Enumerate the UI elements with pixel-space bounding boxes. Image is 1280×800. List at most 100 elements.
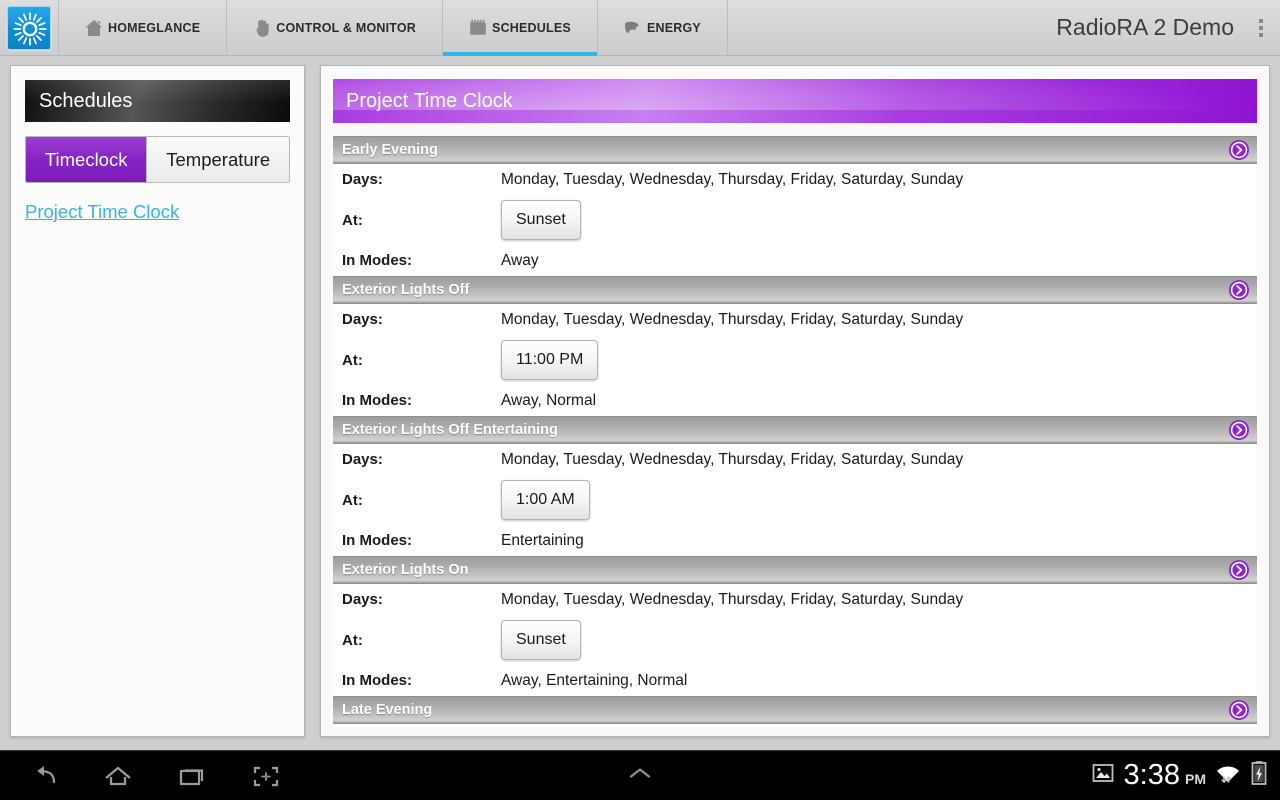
schedules-sidebar: Schedules Timeclock Temperature Project … <box>10 65 305 737</box>
clock-time: 3:38 <box>1123 759 1180 791</box>
schedule-entry: Exterior Lights Off Entertaining Days: M… <box>333 416 1257 556</box>
schedule-detail-panel: Project Time Clock Early Evening Days: M… <box>320 65 1270 737</box>
chevron-right-circle-icon[interactable] <box>1228 699 1250 721</box>
tab-label: SCHEDULES <box>492 20 571 35</box>
days-label: Days: <box>342 311 383 328</box>
sidebar-title: Schedules <box>39 89 133 112</box>
page-title: Project Time Clock <box>346 89 513 112</box>
schedule-name: Exterior Lights On <box>342 562 469 578</box>
tab-energy[interactable]: ENERGY <box>598 0 728 56</box>
schedule-entry-header[interactable]: Early Evening <box>333 136 1257 164</box>
sidebar-item-project-time-clock[interactable]: Project Time Clock <box>25 201 290 223</box>
chevron-right-circle-icon[interactable] <box>1228 139 1250 161</box>
tab-label: CONTROL & MONITOR <box>276 20 417 35</box>
schedule-name: Exterior Lights Off <box>342 282 470 298</box>
panel-title-bar: Project Time Clock <box>333 79 1257 123</box>
chevron-right-circle-icon[interactable] <box>1228 559 1250 581</box>
segment-timeclock[interactable]: Timeclock <box>26 137 147 182</box>
days-value: Monday, Tuesday, Wednesday, Thursday, Fr… <box>501 450 964 468</box>
segment-label: Timeclock <box>44 148 128 170</box>
schedule-entry: Exterior Lights On Days: Monday, Tuesday… <box>333 556 1257 696</box>
schedule-at-row: At: 1:00 AM <box>333 475 1257 525</box>
app-logo-container[interactable] <box>0 0 58 56</box>
schedule-modes-row: In Modes: Away, Entertaining, Normal <box>333 665 1257 696</box>
schedule-at-row: At: Sunset <box>333 615 1257 665</box>
schedule-at-row: At: Sunset <box>333 195 1257 245</box>
at-time-button[interactable]: Sunset <box>501 200 581 240</box>
at-label: At: <box>342 351 363 369</box>
main-tabs: HOMEGLANCE CONTROL & MONITOR SCHEDULES E… <box>58 0 728 56</box>
schedule-days-row: Days: Monday, Tuesday, Wednesday, Thursd… <box>333 724 1257 727</box>
schedule-entry-header[interactable]: Exterior Lights Off <box>333 276 1257 304</box>
tab-label: HOMEGLANCE <box>108 20 201 35</box>
schedule-entry: Late Evening Days: Monday, Tue <box>333 696 1257 727</box>
schedule-days-row: Days: Monday, Tuesday, Wednesday, Thursd… <box>333 444 1257 475</box>
modes-label: In Modes: <box>342 252 412 269</box>
schedule-entry-header[interactable]: Exterior Lights On <box>333 556 1257 584</box>
days-label: Days: <box>342 591 383 608</box>
recent-apps-icon[interactable] <box>170 756 214 796</box>
home-icon[interactable] <box>96 756 140 796</box>
tab-homeglance[interactable]: HOMEGLANCE <box>58 0 228 56</box>
chevron-right-circle-icon[interactable] <box>1228 419 1250 441</box>
navigation-buttons <box>0 756 288 796</box>
at-label: At: <box>342 631 363 649</box>
at-time-button[interactable]: 11:00 PM <box>501 340 599 380</box>
clock-meridiem: PM <box>1185 771 1206 787</box>
segment-label: Temperature <box>166 148 271 170</box>
tab-schedules[interactable]: SCHEDULES <box>443 0 598 56</box>
days-value: Monday, Tuesday, Wednesday, Thursday, Fr… <box>501 310 964 328</box>
schedule-days-row: Days: Monday, Tuesday, Wednesday, Thursd… <box>333 164 1257 195</box>
schedule-modes-row: In Modes: Entertaining <box>333 525 1257 556</box>
schedule-scroll-list[interactable]: Early Evening Days: Monday, Tuesday, Wed… <box>333 136 1257 727</box>
system-clock: 3:38 PM <box>1124 761 1206 790</box>
schedule-entry-header[interactable]: Late Evening <box>333 696 1257 724</box>
schedule-days-row: Days: Monday, Tuesday, Wednesday, Thursd… <box>333 584 1257 615</box>
chevron-right-circle-icon[interactable] <box>1228 279 1250 301</box>
modes-value: Away, Entertaining, Normal <box>501 671 688 689</box>
schedule-modes-row: In Modes: Away, Normal <box>333 385 1257 416</box>
chevron-up-icon[interactable] <box>618 762 662 789</box>
lutron-sunburst-logo-icon <box>6 4 52 51</box>
schedule-name: Exterior Lights Off Entertaining <box>342 422 558 438</box>
hand-pointer-icon <box>251 17 273 39</box>
modes-value: Entertaining <box>501 531 584 549</box>
days-label: Days: <box>342 171 383 188</box>
days-value: Monday, Tuesday, Wednesday, Thursday, Fr… <box>501 590 964 608</box>
schedule-type-toggle: Timeclock Temperature <box>25 136 290 183</box>
schedule-name: Early Evening <box>342 142 438 158</box>
app-title: RadioRA 2 Demo <box>1056 14 1234 40</box>
tab-label: ENERGY <box>646 20 701 35</box>
modes-label: In Modes: <box>342 672 412 689</box>
image-icon[interactable] <box>1091 762 1115 789</box>
at-time-button[interactable]: 1:00 AM <box>501 480 590 520</box>
at-time-button[interactable]: Sunset <box>501 620 581 660</box>
schedule-entry: Early Evening Days: Monday, Tuesday, Wed… <box>333 136 1257 276</box>
sidebar-schedule-list: Project Time Clock <box>11 201 304 223</box>
schedule-days-row: Days: Monday, Tuesday, Wednesday, Thursd… <box>333 304 1257 335</box>
sidebar-header: Schedules <box>25 80 290 122</box>
back-icon[interactable] <box>22 756 66 796</box>
status-icons: 3:38 PM <box>1091 760 1280 791</box>
battery-charging-icon[interactable] <box>1250 760 1268 791</box>
days-label: Days: <box>342 451 383 468</box>
modes-value: Away, Normal <box>501 391 597 409</box>
schedule-entry: Exterior Lights Off Days: Monday, Tuesda… <box>333 276 1257 416</box>
content-area: Schedules Timeclock Temperature Project … <box>0 56 1280 750</box>
modes-value: Away <box>501 251 539 269</box>
energy-leaf-icon <box>622 17 644 39</box>
modes-label: In Modes: <box>342 532 412 549</box>
overflow-menu-icon[interactable] <box>1250 0 1280 56</box>
schedule-entry-header[interactable]: Exterior Lights Off Entertaining <box>333 416 1257 444</box>
schedule-modes-row: In Modes: Away <box>333 245 1257 276</box>
android-system-bar: 3:38 PM <box>0 750 1280 800</box>
calendar-icon <box>467 17 489 39</box>
days-value: Monday, Tuesday, Wednesday, Thursday, Fr… <box>501 170 964 188</box>
tablet-screen: HOMEGLANCE CONTROL & MONITOR SCHEDULES E… <box>0 0 1280 800</box>
fullscreen-icon[interactable] <box>244 756 288 796</box>
wifi-icon[interactable] <box>1215 761 1241 790</box>
home-icon <box>83 17 105 39</box>
tab-control-monitor[interactable]: CONTROL & MONITOR <box>227 0 444 56</box>
app-action-bar: HOMEGLANCE CONTROL & MONITOR SCHEDULES E… <box>0 0 1280 56</box>
segment-temperature[interactable]: Temperature <box>146 137 289 182</box>
